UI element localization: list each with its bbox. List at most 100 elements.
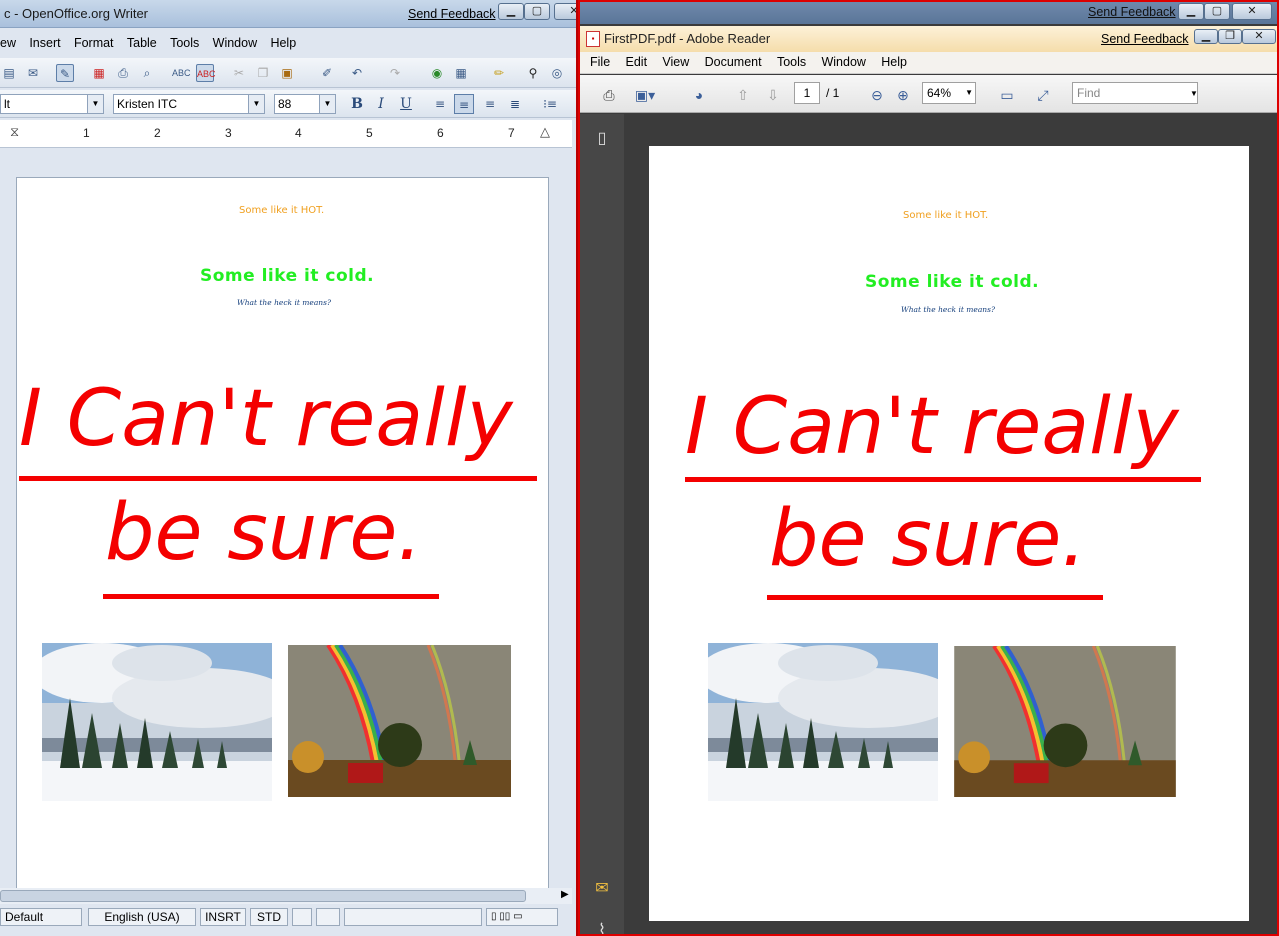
horizontal-scrollbar[interactable]: ▶ <box>0 888 572 904</box>
chevron-down-icon[interactable]: ▼ <box>319 95 335 113</box>
indent-marker-icon[interactable]: ⧖ <box>10 124 19 140</box>
italic-button[interactable]: I <box>371 94 391 114</box>
fit-page-icon[interactable]: ▭ <box>996 84 1018 106</box>
menu-table[interactable]: Table <box>122 34 162 52</box>
prev-page-icon[interactable]: ⇧ <box>732 84 754 106</box>
pages-icon[interactable]: ▯ <box>592 128 612 150</box>
find-input[interactable]: Find <box>1072 82 1198 104</box>
navigator-icon[interactable]: ◎ <box>548 64 566 82</box>
headline-line-1: I Can't really <box>685 382 1179 472</box>
paragraph-style-combo[interactable]: lt ▼ <box>0 94 104 114</box>
minimize-button[interactable]: ▁ <box>498 3 524 20</box>
underline-button[interactable]: U <box>396 94 416 114</box>
table-icon[interactable]: ▦ <box>452 64 470 82</box>
save-icon[interactable]: ▤ <box>0 64 18 82</box>
writer-formatting-toolbar: lt ▼ Kristen ITC ▼ 88 ▼ B I U ≡ ≡ ≡ ≣ ⁝≡ <box>0 90 576 118</box>
scrollbar-thumb[interactable] <box>0 890 526 902</box>
page-number-input[interactable]: 1 <box>794 82 820 104</box>
minimize-button[interactable]: ▁ <box>1178 3 1204 20</box>
chevron-down-icon[interactable]: ▼ <box>1190 89 1198 98</box>
copy-icon[interactable]: ❐ <box>254 64 272 82</box>
edit-icon[interactable]: ✉ <box>24 64 42 82</box>
zoom-out-icon[interactable]: ⊖ <box>866 84 888 106</box>
preview-icon[interactable]: ⌕ <box>138 64 156 82</box>
close-button[interactable]: ✕ <box>554 3 576 20</box>
undo-icon[interactable]: ↶ <box>348 64 366 82</box>
maximize-button[interactable]: ▢ <box>1204 3 1230 20</box>
headline-underline-2 <box>103 594 439 599</box>
font-name-value: Kristen ITC <box>117 97 178 111</box>
minimize-button[interactable]: ▁ <box>1194 29 1218 44</box>
menu-window[interactable]: Window <box>815 52 871 72</box>
next-page-icon[interactable]: ⇩ <box>762 84 784 106</box>
numbering-icon[interactable]: ⁝≡ <box>540 94 560 114</box>
find-icon[interactable]: ⚲ <box>524 64 542 82</box>
cut-icon[interactable]: ✂ <box>230 64 248 82</box>
align-left-icon[interactable]: ≡ <box>430 94 450 114</box>
status-language[interactable]: English (USA) <box>88 908 196 926</box>
writer-page[interactable]: Some like it HOT. Some like it cold. Wha… <box>16 177 549 889</box>
close-button[interactable]: ✕ <box>1242 29 1276 44</box>
menu-format[interactable]: Format <box>69 34 119 52</box>
menu-tools[interactable]: Tools <box>165 34 204 52</box>
format-paint-icon[interactable]: ✐ <box>318 64 336 82</box>
page-total: / 1 <box>826 86 840 100</box>
ruler-number: 2 <box>154 126 161 140</box>
outer-titlebar: Send Feedback ▁ ▢ ✕ <box>580 2 1277 24</box>
print-icon[interactable]: ⎙ <box>114 64 132 82</box>
menu-help[interactable]: Help <box>875 52 913 72</box>
draw-icon[interactable]: ✏ <box>490 64 508 82</box>
maximize-button[interactable]: ▢ <box>524 3 550 20</box>
menu-edit[interactable]: Edit <box>620 52 654 72</box>
hyperlink-icon[interactable]: ◉ <box>428 64 446 82</box>
attachments-icon[interactable]: ⌇ <box>592 920 612 934</box>
view-layout-icons[interactable]: ▯ ▯▯ ▭ <box>486 908 558 926</box>
chevron-down-icon[interactable]: ▼ <box>87 95 103 113</box>
fit-width-icon[interactable]: ⤢ <box>1032 84 1054 106</box>
headline-underline-1 <box>685 477 1201 482</box>
status-insert-mode[interactable]: INSRT <box>200 908 246 926</box>
comments-icon[interactable]: ✉ <box>592 878 612 900</box>
ruler-number: 6 <box>437 126 444 140</box>
font-size-combo[interactable]: 88 ▼ <box>274 94 336 114</box>
restore-button[interactable]: ❐ <box>1218 29 1242 44</box>
menu-window[interactable]: Window <box>208 34 262 52</box>
send-feedback-link[interactable]: Send Feedback <box>408 7 496 21</box>
menu-help[interactable]: Help <box>265 34 301 52</box>
spellcheck-icon[interactable]: ABC <box>172 64 191 82</box>
chevron-down-icon[interactable]: ▼ <box>965 83 973 103</box>
writer-title: c - OpenOffice.org Writer <box>4 6 149 21</box>
right-indent-marker-icon[interactable]: △ <box>540 124 550 140</box>
zoom-in-icon[interactable]: ⊕ <box>892 84 914 106</box>
close-button[interactable]: ✕ <box>1232 3 1272 20</box>
justify-icon[interactable]: ≣ <box>505 94 525 114</box>
menu-file[interactable]: File <box>584 52 616 72</box>
menu-view[interactable]: View <box>656 52 695 72</box>
chevron-down-icon[interactable]: ▼ <box>248 95 264 113</box>
zoom-select[interactable]: 64% ▼ <box>922 82 976 104</box>
menu-insert[interactable]: Insert <box>24 34 65 52</box>
zoom-value: 64% <box>927 86 952 100</box>
share-icon[interactable]: ◕ <box>688 84 710 106</box>
scroll-right-icon[interactable]: ▶ <box>561 889 569 900</box>
autospell-icon[interactable]: ABC <box>196 64 216 82</box>
menu-document[interactable]: Document <box>699 52 768 72</box>
bold-button[interactable]: B <box>347 94 367 114</box>
print-icon[interactable]: ⎙ <box>598 84 620 106</box>
status-page-style[interactable]: Default <box>0 908 82 926</box>
horizontal-ruler[interactable]: ⧖ 1 2 3 4 5 6 7 △ <box>0 120 572 148</box>
redo-icon[interactable]: ↷ <box>386 64 404 82</box>
send-feedback-link[interactable]: Send Feedback <box>1088 5 1176 19</box>
pdf-icon[interactable]: ▦ <box>90 64 108 82</box>
send-feedback-link[interactable]: Send Feedback <box>1101 32 1189 46</box>
paste-icon[interactable]: ▣ <box>278 64 296 82</box>
pdf-page[interactable]: Some like it HOT. Some like it cold. Wha… <box>649 146 1249 921</box>
menu-tools[interactable]: Tools <box>771 52 812 72</box>
align-right-icon[interactable]: ≡ <box>480 94 500 114</box>
font-name-combo[interactable]: Kristen ITC ▼ <box>113 94 265 114</box>
status-selection-mode[interactable]: STD <box>250 908 288 926</box>
edit-mode-icon[interactable]: ✎ <box>56 64 74 82</box>
collaborate-icon[interactable]: ▣▾ <box>634 84 656 106</box>
menu-view[interactable]: ew <box>0 34 21 52</box>
align-center-icon[interactable]: ≡ <box>454 94 474 114</box>
